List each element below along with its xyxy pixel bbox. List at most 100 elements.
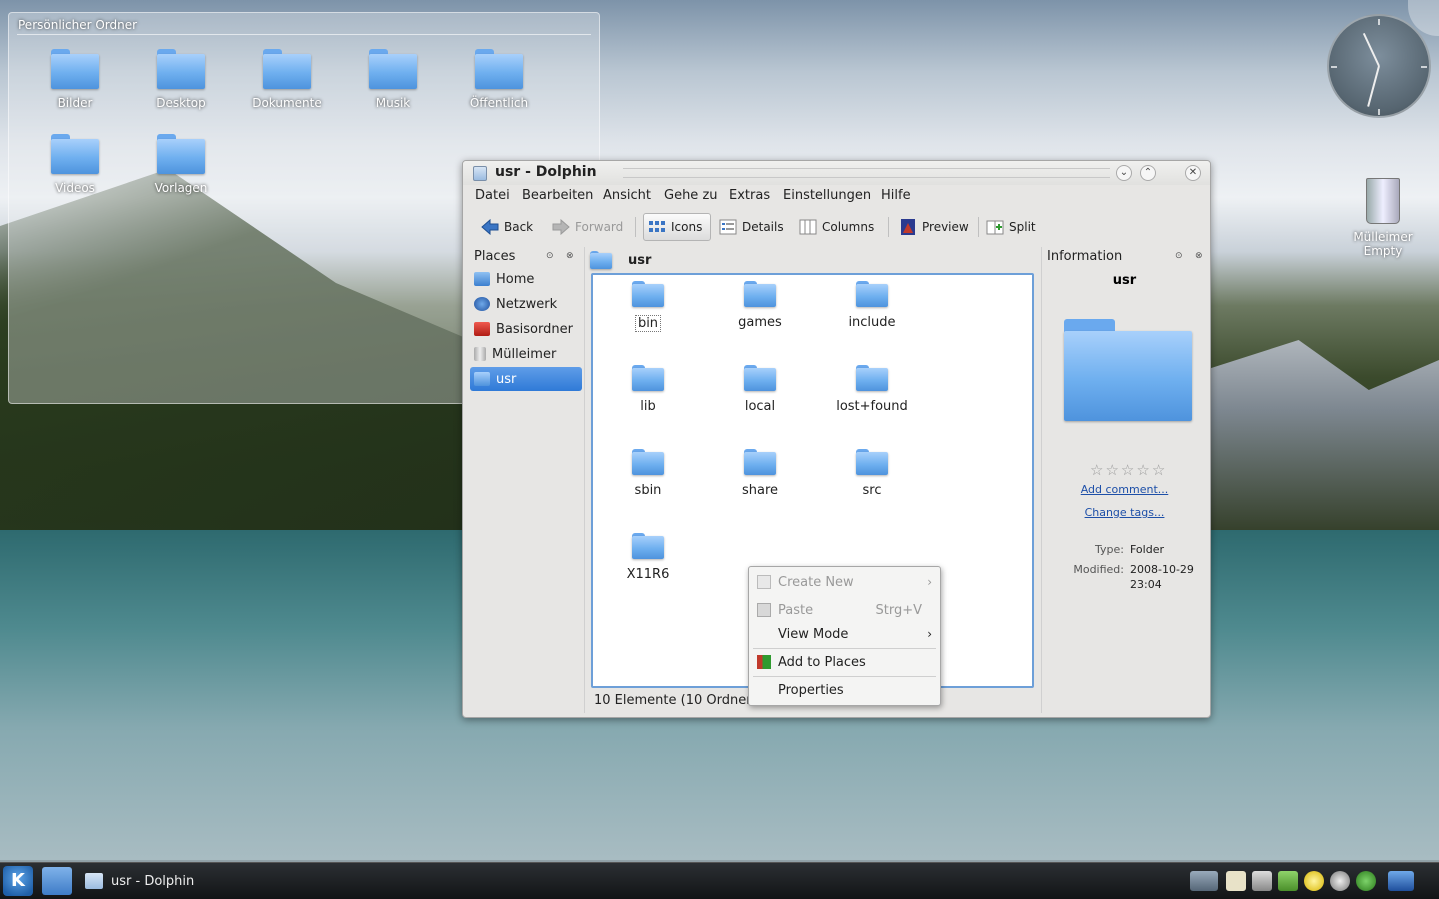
file-item-x11r6[interactable]: X11R6 (603, 533, 693, 582)
show-desktop-button[interactable] (42, 867, 72, 895)
network-icon[interactable] (1388, 871, 1414, 891)
details-view-button[interactable]: Details (715, 213, 788, 241)
update-icon[interactable] (1356, 871, 1376, 891)
menu-item-properties[interactable]: Properties (749, 677, 940, 703)
places-item-home[interactable]: Home (470, 267, 582, 291)
file-item-bin[interactable]: bin (603, 281, 693, 332)
desktop-folder-musik[interactable]: Musik (348, 49, 438, 110)
analog-clock-widget[interactable] (1327, 14, 1431, 118)
star-icon[interactable]: ☆ (1105, 463, 1118, 478)
breadcrumb-usr[interactable]: usr (628, 253, 651, 268)
clock-hour-hand (1362, 32, 1380, 67)
places-item-muelleimer[interactable]: Mülleimer (470, 342, 582, 366)
menu-gehe-zu[interactable]: Gehe zu (664, 188, 718, 203)
pager-icon[interactable] (1190, 871, 1218, 891)
places-item-basisordner[interactable]: Basisordner (470, 317, 582, 341)
icons-view-button[interactable]: Icons (643, 213, 711, 241)
desktop-trash[interactable]: Mülleimer Empty (1350, 178, 1416, 258)
desktop-folder-label: Öffentlich (469, 96, 529, 110)
window-titlebar[interactable]: usr - Dolphin ⌄ ⌃ ✕ (463, 161, 1210, 185)
add-comment-link[interactable]: Add comment... (1042, 483, 1207, 496)
toolbar-separator (888, 217, 889, 237)
panel-float-icon[interactable]: ⊙ (1175, 251, 1183, 261)
back-label: Back (504, 220, 534, 234)
file-item-sbin[interactable]: sbin (603, 449, 693, 498)
folder-icon (51, 49, 99, 89)
star-icon[interactable]: ☆ (1152, 463, 1165, 478)
menu-item-paste[interactable]: Paste Strg+V (749, 597, 940, 623)
desktop-folder-videos[interactable]: Videos (30, 134, 120, 195)
minimize-button[interactable]: ⌄ (1116, 165, 1132, 181)
clipboard-icon[interactable] (1226, 871, 1246, 891)
disk-icon[interactable] (1330, 871, 1350, 891)
folder-icon (263, 49, 311, 89)
icons-view-label: Icons (671, 220, 703, 234)
desktop-folder-label: Dokumente (252, 96, 322, 110)
forward-button[interactable]: Forward (548, 213, 627, 241)
file-item-local[interactable]: local (715, 365, 805, 414)
breadcrumb[interactable]: usr (590, 249, 651, 271)
toolbar-separator (635, 217, 636, 237)
file-item-src[interactable]: src (827, 449, 917, 498)
folder-icon (475, 49, 523, 89)
columns-view-label: Columns (822, 220, 875, 234)
desktop-folder-oeffentlich[interactable]: Öffentlich (454, 49, 544, 110)
desktop-folder-vorlagen[interactable]: Vorlagen (136, 134, 226, 195)
menu-datei[interactable]: Datei (475, 188, 510, 203)
split-button[interactable]: Split (982, 213, 1040, 241)
desktop-folder-desktop[interactable]: Desktop (136, 49, 226, 110)
columns-view-button[interactable]: Columns (795, 213, 878, 241)
menu-bearbeiten[interactable]: Bearbeiten (522, 188, 593, 203)
task-usr-dolphin[interactable]: usr - Dolphin (80, 867, 194, 895)
info-modified-key: Modified: (1073, 563, 1124, 576)
menu-item-create-new[interactable]: Create New › (749, 569, 940, 595)
menu-extras[interactable]: Extras (729, 188, 770, 203)
preview-button[interactable]: Preview (895, 213, 973, 241)
menu-item-shortcut: Strg+V (875, 602, 922, 618)
rating-stars[interactable]: ☆ ☆ ☆ ☆ ☆ (1090, 463, 1165, 478)
star-icon[interactable]: ☆ (1136, 463, 1149, 478)
dolphin-app-icon[interactable] (473, 166, 487, 181)
desktop-folder-label: Videos (55, 181, 95, 195)
change-tags-link[interactable]: Change tags... (1042, 506, 1207, 519)
clock-tick (1331, 66, 1337, 68)
menu-hilfe[interactable]: Hilfe (881, 188, 911, 203)
places-item-label: Home (496, 271, 535, 287)
back-button[interactable]: Back (477, 213, 537, 241)
clock-tick (1421, 66, 1427, 68)
desktop-folder-bilder[interactable]: Bilder (30, 49, 120, 110)
menu-item-view-mode[interactable]: View Mode › (749, 621, 940, 647)
file-item-share[interactable]: share (715, 449, 805, 498)
panel-close-icon[interactable]: ⊗ (1195, 251, 1203, 261)
wallpaper-mountain-right (1205, 340, 1439, 530)
places-item-usr[interactable]: usr (470, 367, 582, 391)
panel-float-icon[interactable]: ⊙ (546, 251, 554, 261)
trash-icon (474, 347, 486, 361)
file-item-include[interactable]: include (827, 281, 917, 330)
menu-ansicht[interactable]: Ansicht (603, 188, 651, 203)
file-item-label: local (744, 399, 776, 414)
file-item-lost-found[interactable]: lost+found (827, 365, 917, 414)
places-title: Places (474, 249, 516, 264)
star-icon[interactable]: ☆ (1121, 463, 1134, 478)
file-item-games[interactable]: games (715, 281, 805, 330)
menu-item-label: Paste (778, 602, 814, 618)
lightbulb-icon[interactable] (1304, 871, 1324, 891)
menu-item-label: View Mode (778, 626, 849, 642)
star-icon[interactable]: ☆ (1090, 463, 1103, 478)
info-modified-date: 2008-10-29 (1130, 563, 1194, 576)
system-monitor-icon[interactable] (1278, 871, 1298, 891)
menu-einstellungen[interactable]: Einstellungen (783, 188, 871, 203)
file-item-lib[interactable]: lib (603, 365, 693, 414)
desktop-folder-dokumente[interactable]: Dokumente (242, 49, 332, 110)
folder-preview-icon (1064, 319, 1192, 421)
volume-icon[interactable] (1252, 871, 1272, 891)
close-button[interactable]: ✕ (1185, 165, 1201, 181)
kde-menu-button[interactable]: K (3, 866, 33, 896)
panel-close-icon[interactable]: ⊗ (566, 251, 574, 261)
icons-view-icon (648, 219, 666, 235)
maximize-button[interactable]: ⌃ (1140, 165, 1156, 181)
places-item-netzwerk[interactable]: Netzwerk (470, 292, 582, 316)
details-view-icon (719, 219, 737, 235)
menu-item-add-to-places[interactable]: Add to Places (749, 649, 940, 675)
